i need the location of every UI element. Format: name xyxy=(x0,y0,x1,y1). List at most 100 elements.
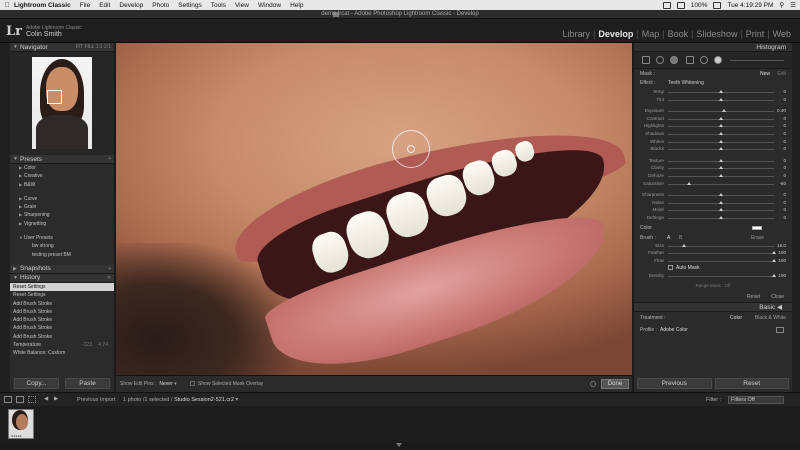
slider-value[interactable]: 100 xyxy=(778,273,786,278)
slider-thumb[interactable] xyxy=(719,97,723,101)
mask-overlay-checkbox[interactable] xyxy=(190,381,195,386)
photo-canvas[interactable] xyxy=(116,43,632,375)
slider-value[interactable]: 0 xyxy=(783,200,786,205)
module-develop[interactable]: Develop xyxy=(595,29,636,39)
previous-arrow-icon[interactable]: ◀ xyxy=(44,396,48,402)
slider-shadows[interactable]: Shadows 0 xyxy=(634,130,792,138)
slider-value[interactable]: 0 xyxy=(783,165,786,170)
history-item[interactable]: White Balance: Custom xyxy=(10,349,114,357)
module-map[interactable]: Map xyxy=(639,29,663,39)
brush-a-button[interactable]: A xyxy=(667,234,670,242)
slider-value[interactable]: 0 xyxy=(783,158,786,163)
collapse-triangle-icon[interactable]: ▼ xyxy=(13,44,18,50)
menu-settings[interactable]: Settings xyxy=(178,2,202,9)
preset-group[interactable]: ▶ Creative xyxy=(10,172,114,180)
slider-value[interactable]: 0 xyxy=(783,131,786,136)
adjustment-brush-icon[interactable] xyxy=(714,56,722,64)
slider-thumb[interactable] xyxy=(719,158,723,162)
preset-item[interactable]: testing preset BM xyxy=(10,251,114,259)
filmstrip-toggle-icon[interactable] xyxy=(396,443,402,447)
spot-removal-icon[interactable] xyxy=(656,56,664,64)
reset-icon[interactable] xyxy=(590,381,596,387)
slider-value[interactable]: 0 xyxy=(783,123,786,128)
module-slideshow[interactable]: Slideshow xyxy=(693,29,740,39)
preset-group[interactable]: ▶ B&W xyxy=(10,181,114,189)
history-item[interactable]: Add Brush Stroke xyxy=(10,308,114,316)
slider-track[interactable] xyxy=(668,183,774,185)
slider-thumb[interactable] xyxy=(719,173,723,177)
range-mask[interactable]: Range Mask : Off xyxy=(634,280,792,292)
menu-edit[interactable]: Edit xyxy=(99,2,110,9)
crop-tool-icon[interactable] xyxy=(642,56,650,64)
menu-tools[interactable]: Tools xyxy=(211,2,226,9)
auto-mask-checkbox[interactable] xyxy=(668,265,673,271)
red-eye-icon[interactable] xyxy=(670,56,678,64)
wifi-icon[interactable] xyxy=(676,1,685,9)
module-print[interactable]: Print xyxy=(743,29,768,39)
expand-triangle-icon[interactable]: ▶ xyxy=(13,266,17,272)
slider-texture[interactable]: Texture 0 xyxy=(634,157,792,165)
treatment-bw-button[interactable]: Black & White xyxy=(755,312,786,324)
slider-track[interactable] xyxy=(668,260,774,262)
slider-thumb[interactable] xyxy=(722,109,727,113)
slider-density[interactable]: Density 100 xyxy=(634,272,792,280)
slider-sharpness[interactable]: Sharpness 0 xyxy=(634,191,792,199)
preset-group[interactable]: ▶ Vignetting xyxy=(10,220,114,228)
color-swatch[interactable] xyxy=(752,225,762,230)
presets-header[interactable]: ▼ Presets + xyxy=(10,155,114,164)
slider-thumb[interactable] xyxy=(719,200,723,204)
slider-value[interactable]: 0 xyxy=(783,146,786,151)
slider-thumb[interactable] xyxy=(719,139,723,143)
history-item[interactable]: Reset Settings xyxy=(10,291,114,299)
mask-new-button[interactable]: New xyxy=(760,69,770,79)
history-item[interactable]: Add Brush Stroke xyxy=(10,300,114,308)
navigator-preview[interactable] xyxy=(10,52,114,155)
history-item[interactable]: Add Brush Stroke xyxy=(10,333,114,341)
slider-dehaze[interactable]: Dehaze 0 xyxy=(634,172,792,180)
slider-value[interactable]: 16.0 xyxy=(777,243,786,248)
reset-button[interactable]: Reset xyxy=(714,378,789,389)
slider-track[interactable] xyxy=(668,253,774,255)
slider-value[interactable]: 0 xyxy=(783,89,786,94)
history-item[interactable]: Add Brush Stroke xyxy=(10,316,114,324)
navigator-zoom-options[interactable]: FIT FILL 1:1 2:1 xyxy=(76,44,111,50)
color-row[interactable]: Color xyxy=(634,222,792,234)
spotlight-icon[interactable]: ⚲ xyxy=(779,1,784,9)
add-snapshot-icon[interactable]: + xyxy=(108,266,111,272)
slider-value[interactable]: 0 xyxy=(783,116,786,121)
mask-reset-button[interactable]: Reset xyxy=(747,294,760,300)
clear-history-icon[interactable]: ✕ xyxy=(107,275,111,281)
menu-file[interactable]: File xyxy=(80,2,90,9)
slider-thumb[interactable] xyxy=(719,193,723,197)
edit-pins-setting[interactable]: Show Edit Pins : Never ▾ xyxy=(120,381,177,387)
slider-value[interactable]: 0 xyxy=(783,192,786,197)
histogram-header[interactable]: Histogram xyxy=(634,43,792,52)
slider-clarity[interactable]: Clarity 0 xyxy=(634,164,792,172)
module-library[interactable]: Library xyxy=(559,29,593,39)
snapshots-header[interactable]: ▶ Snapshots + xyxy=(10,264,114,274)
primary-window-icon[interactable] xyxy=(4,396,12,403)
slider-tint[interactable]: Tint 0 xyxy=(634,96,792,104)
slider-blacks[interactable]: Blacks 0 xyxy=(634,145,792,153)
auto-mask-row[interactable]: Auto Mask xyxy=(634,264,792,272)
right-panel-edge[interactable] xyxy=(792,43,800,392)
collapse-triangle-icon[interactable]: ▼ xyxy=(13,275,18,281)
filter-select[interactable]: Filters Off xyxy=(728,396,784,404)
menu-photo[interactable]: Photo xyxy=(152,2,169,9)
slider-value[interactable]: 0.40 xyxy=(777,108,786,113)
profile-browser-icon[interactable] xyxy=(776,326,784,333)
effect-row[interactable]: Effect : Teeth Whitening xyxy=(634,79,792,88)
filmstrip-source[interactable]: Previous Import xyxy=(77,397,116,403)
slider-thumb[interactable] xyxy=(719,116,723,120)
slider-value[interactable]: 100 xyxy=(778,258,786,263)
menu-develop[interactable]: Develop xyxy=(119,2,143,9)
slider-value[interactable]: 0 xyxy=(783,139,786,144)
slider-thumb[interactable] xyxy=(687,181,692,185)
slider-thumb[interactable] xyxy=(719,215,723,219)
slider-temp[interactable]: Temp 0 xyxy=(634,88,792,96)
preset-item[interactable]: bw strong xyxy=(10,242,114,250)
slider-track[interactable] xyxy=(668,276,774,278)
slider-value[interactable]: 0 xyxy=(783,207,786,212)
done-button[interactable]: Done xyxy=(601,379,629,389)
brush-b-button[interactable]: B xyxy=(679,234,682,242)
